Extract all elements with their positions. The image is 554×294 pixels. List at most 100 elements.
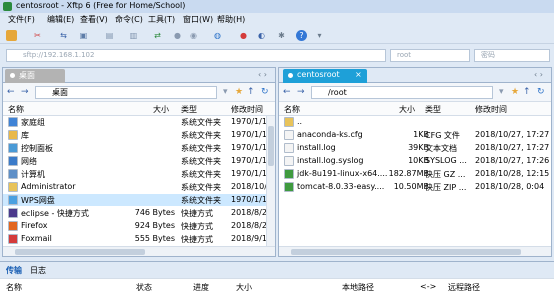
transfer-col-name[interactable]: 名称: [6, 282, 22, 293]
file-row[interactable]: jdk-8u191-linux-x64.... 182.87MB 快压 GZ ...…: [279, 168, 551, 180]
col-modified[interactable]: 修改时间: [475, 104, 507, 115]
file-modified: 2018/10/27, 17:27: [475, 130, 550, 139]
file-row[interactable]: 网络 系统文件夹 1970/1/1: [3, 155, 275, 167]
refresh-icon[interactable]: ◉: [188, 30, 199, 41]
local-bookmark-icon[interactable]: ★: [235, 87, 243, 97]
new-session-icon[interactable]: [6, 30, 17, 41]
menu-window[interactable]: 窗口(W): [183, 14, 213, 25]
transfer-col-remote-path[interactable]: 远程路径: [448, 282, 480, 293]
file-row[interactable]: anaconda-ks.cfg 1KB CFG 文件 2018/10/27, 17:2…: [279, 129, 551, 141]
local-folder-up-icon[interactable]: ↑: [247, 87, 255, 97]
col-name[interactable]: 名称: [8, 104, 24, 115]
scroll-thumb[interactable]: [15, 249, 145, 255]
settings-icon[interactable]: ✱: [276, 30, 287, 41]
file-row[interactable]: WPS网盘 系统文件夹 1970/1/1: [3, 194, 275, 206]
transfer-col-local-path[interactable]: 本地路径: [342, 282, 374, 293]
tab-status-dot: [10, 73, 15, 78]
file-row[interactable]: Administrator 系统文件夹 2018/10/: [3, 181, 275, 193]
file-row[interactable]: 库 系统文件夹 1970/1/1: [3, 129, 275, 141]
remote-path-text: /root: [328, 88, 347, 97]
tab-nav-arrows[interactable]: ‹ ›: [258, 70, 267, 79]
file-size: 746 Bytes: [134, 208, 175, 217]
remote-folder-up-icon[interactable]: ↑: [523, 87, 531, 97]
file-row[interactable]: ..: [279, 116, 551, 128]
col-size[interactable]: 大小: [153, 104, 169, 115]
host-input[interactable]: sftp://192.168.1.102: [6, 49, 386, 62]
col-type[interactable]: 类型: [425, 104, 441, 115]
file-row[interactable]: install.log 39KB 文本文档 2018/10/27, 17:27: [279, 142, 551, 154]
password-input[interactable]: 密码: [474, 49, 550, 62]
file-name: eclipse - 快捷方式: [21, 209, 89, 218]
tab-nav-arrows[interactable]: ‹ ›: [534, 70, 543, 79]
file-row[interactable]: install.log.syslog 10KB SYSLOG ... 2018/10/…: [279, 155, 551, 167]
file-row[interactable]: 计算机 系统文件夹 1970/1/1: [3, 168, 275, 180]
scroll-thumb[interactable]: [268, 126, 274, 166]
transfer-col-size[interactable]: 大小: [236, 282, 252, 293]
local-vertical-scrollbar[interactable]: [266, 116, 275, 248]
col-size[interactable]: 大小: [399, 104, 415, 115]
file-modified: 1970/1/1: [231, 117, 267, 126]
copy-icon[interactable]: ▤: [104, 30, 115, 41]
help-icon[interactable]: ?: [296, 30, 307, 41]
app-icon: [3, 2, 12, 11]
forward-icon[interactable]: →: [297, 87, 305, 97]
file-type: 系统文件夹: [181, 118, 221, 127]
tab-remote-centosroot[interactable]: centosroot ×: [283, 69, 367, 83]
file-row[interactable]: Foxmail 555 Bytes 快捷方式 2018/9/1: [3, 233, 275, 245]
tab-local-desktop[interactable]: 桌面: [5, 69, 65, 83]
globe-icon[interactable]: ◍: [212, 30, 223, 41]
remote-bookmark-icon[interactable]: ★: [511, 87, 519, 97]
archive-icon: [284, 182, 294, 192]
back-icon[interactable]: ←: [7, 87, 15, 97]
file-row[interactable]: 控制面板 系统文件夹 1970/1/1: [3, 142, 275, 154]
tab-transfer[interactable]: 传输: [6, 265, 22, 276]
scroll-thumb[interactable]: [291, 249, 521, 255]
local-pane: 桌面 ‹ › ← → 桌面 ▾ ★ ↑ ↻ 名称 大小 类型 修改时间 家庭组系…: [2, 67, 276, 257]
remote-horizontal-scrollbar[interactable]: [279, 246, 551, 256]
username-input[interactable]: root: [390, 49, 470, 62]
eclipse-icon: [8, 208, 18, 218]
file-name: install.log: [297, 143, 336, 152]
back-icon[interactable]: ←: [283, 87, 291, 97]
menu-view[interactable]: 查看(V): [80, 14, 108, 25]
col-modified[interactable]: 修改时间: [231, 104, 263, 115]
file-type: 快捷方式: [181, 222, 213, 231]
remote-refresh-icon[interactable]: ↻: [537, 87, 545, 97]
close-icon[interactable]: ×: [355, 70, 362, 79]
file-row[interactable]: 家庭组 系统文件夹 1970/1/1: [3, 116, 275, 128]
tab-log[interactable]: 日志: [30, 265, 46, 276]
col-name[interactable]: 名称: [284, 104, 300, 115]
stop-icon[interactable]: ●: [172, 30, 183, 41]
window-icon[interactable]: ▣: [78, 30, 89, 41]
local-path-text: 桌面: [52, 88, 68, 97]
local-refresh-icon[interactable]: ↻: [261, 87, 269, 97]
menu-edit[interactable]: 编辑(E): [47, 14, 74, 25]
transfer-icon[interactable]: ⇄: [152, 30, 163, 41]
transfer-col-progress[interactable]: 进度: [193, 282, 209, 293]
file-row[interactable]: Firefox 924 Bytes 快捷方式 2018/8/2: [3, 220, 275, 232]
menu-command[interactable]: 命令(C): [115, 14, 143, 25]
forward-icon[interactable]: →: [21, 87, 29, 97]
menu-file[interactable]: 文件(F): [8, 14, 35, 25]
file-row[interactable]: eclipse - 快捷方式 746 Bytes 快捷方式 2018/8/2: [3, 207, 275, 219]
dropdown-icon[interactable]: ▾: [314, 30, 325, 41]
file-row[interactable]: tomcat-8.0.33-easy.... 10.50MB 快压 ZIP ... 2…: [279, 181, 551, 193]
transfer-col-status[interactable]: 状态: [136, 282, 152, 293]
local-horizontal-scrollbar[interactable]: [3, 246, 275, 256]
paste-icon[interactable]: ▥: [128, 30, 139, 41]
homegroup-icon: [8, 117, 18, 127]
chat-icon[interactable]: ◐: [256, 30, 267, 41]
file-type: 快压 ZIP ...: [425, 183, 467, 192]
menu-help[interactable]: 帮助(H): [217, 14, 245, 25]
xshell-icon[interactable]: ●: [238, 30, 249, 41]
transfer-col-direction[interactable]: <->: [420, 282, 436, 291]
menu-tools[interactable]: 工具(T): [148, 14, 175, 25]
local-path-input[interactable]: 桌面: [35, 86, 217, 99]
col-type[interactable]: 类型: [181, 104, 197, 115]
remote-path-input[interactable]: /root: [311, 86, 493, 99]
remote-path-dropdown-icon[interactable]: ▾: [499, 87, 504, 97]
connect-icon[interactable]: ✂: [32, 30, 43, 41]
file-modified: 1970/1/1: [231, 143, 267, 152]
sync-icon[interactable]: ⇆: [58, 30, 69, 41]
local-path-dropdown-icon[interactable]: ▾: [223, 87, 228, 97]
